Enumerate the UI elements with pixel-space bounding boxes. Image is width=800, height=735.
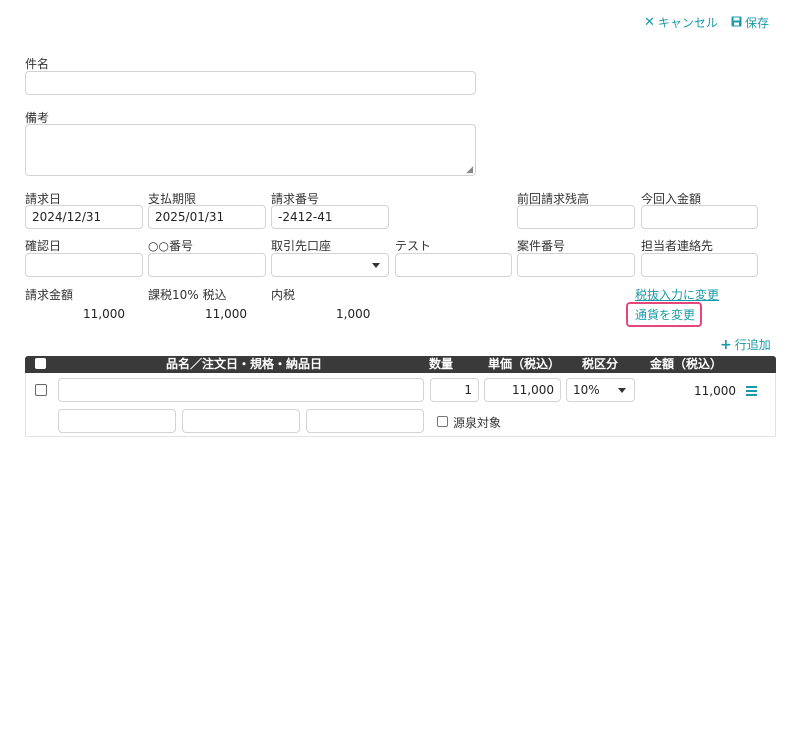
header-quantity: 数量 <box>429 357 454 371</box>
sub-field-2-input[interactable] <box>182 409 300 433</box>
sub-field-1-input[interactable] <box>58 409 176 433</box>
resize-handle-icon[interactable]: ◢ <box>466 165 473 175</box>
test-input[interactable] <box>395 253 512 277</box>
remarks-textarea[interactable]: ◢ <box>25 124 476 176</box>
withholding-checkbox[interactable] <box>437 416 448 427</box>
row-checkbox[interactable] <box>35 384 47 396</box>
oo-number-label: ○○番号 <box>148 239 193 253</box>
tax-exclusive-link[interactable]: 税抜入力に変更 <box>635 286 719 303</box>
inner-tax-label: 内税 <box>271 288 296 302</box>
save-button[interactable]: 保存 <box>731 14 769 31</box>
test-label: テスト <box>395 239 432 253</box>
project-number-label: 案件番号 <box>517 239 566 253</box>
chevron-down-icon <box>372 263 380 268</box>
table-header: 品名／注文日・規格・納品日 数量 単価（税込） 税区分 金額（税込） <box>25 356 776 373</box>
confirm-date-label: 確認日 <box>25 239 62 253</box>
subject-label: 件名 <box>25 57 50 71</box>
withholding-label: 源泉対象 <box>453 416 502 430</box>
taxable-label: 課税10% 税込 <box>148 288 227 302</box>
confirm-date-input[interactable] <box>25 253 143 277</box>
invoice-number-input[interactable]: -2412-41 <box>271 205 389 229</box>
menu-icon[interactable] <box>746 385 757 399</box>
header-amount: 金額（税込） <box>650 357 723 371</box>
floppy-disk-icon <box>731 16 742 30</box>
sub-field-3-input[interactable] <box>306 409 424 433</box>
close-icon: ✕ <box>644 15 655 30</box>
taxable-value: 11,000 <box>205 307 247 321</box>
total-label: 請求金額 <box>25 288 74 302</box>
bank-account-label: 取引先口座 <box>271 239 332 253</box>
header-item: 品名／注文日・規格・納品日 <box>166 357 323 371</box>
oo-number-input[interactable] <box>148 253 266 277</box>
inner-tax-value: 1,000 <box>336 307 371 321</box>
amount-value: 11,000 <box>694 384 736 398</box>
quantity-input[interactable]: 1 <box>430 378 479 402</box>
add-row-button[interactable]: + 行追加 <box>720 336 771 353</box>
select-all-checkbox[interactable] <box>35 358 46 369</box>
project-number-input[interactable] <box>517 253 635 277</box>
header-tax-category: 税区分 <box>582 357 619 371</box>
total-value: 11,000 <box>83 307 125 321</box>
invoice-date-input[interactable]: 2024/12/31 <box>25 205 143 229</box>
prev-balance-input[interactable] <box>517 205 635 229</box>
chevron-down-icon <box>618 388 626 393</box>
plus-icon: + <box>720 336 732 353</box>
header-unit-price: 単価（税込） <box>488 357 561 371</box>
subject-input[interactable] <box>25 71 476 95</box>
contact-input[interactable] <box>641 253 758 277</box>
due-date-input[interactable]: 2025/01/31 <box>148 205 266 229</box>
bank-account-select[interactable] <box>271 253 389 277</box>
item-name-input[interactable] <box>58 378 424 402</box>
cancel-button[interactable]: ✕ キャンセル <box>644 14 718 31</box>
currency-link[interactable]: 通貨を変更 <box>635 306 695 323</box>
payment-amount-input[interactable] <box>641 205 758 229</box>
tax-category-select[interactable]: 10% <box>566 378 635 402</box>
contact-label: 担当者連絡先 <box>641 239 714 253</box>
unit-price-input[interactable]: 11,000 <box>484 378 561 402</box>
